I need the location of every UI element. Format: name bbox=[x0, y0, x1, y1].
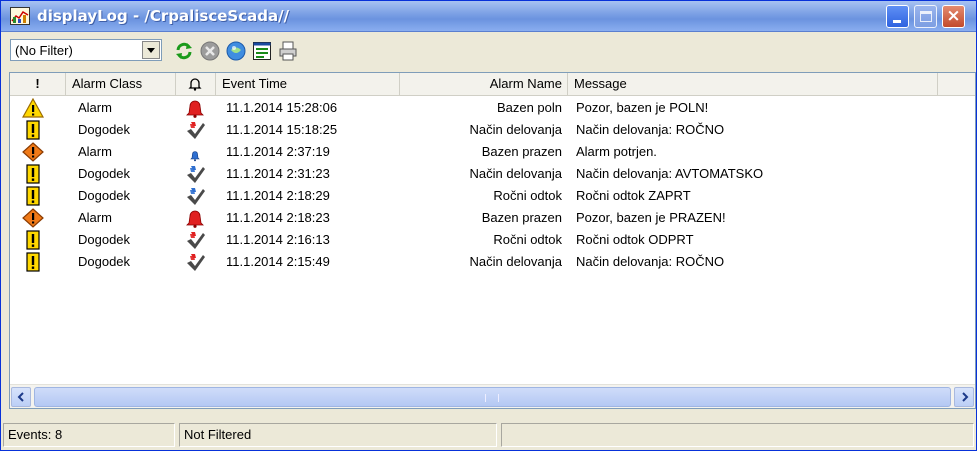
cell-alarm-name: Način delovanja bbox=[469, 166, 562, 181]
cell-event-time: 11.1.2014 2:31:23 bbox=[226, 166, 330, 181]
table-row[interactable]: Dogodek 11.1.2014 15:18:25 Način delovan… bbox=[10, 119, 975, 141]
horizontal-scrollbar[interactable] bbox=[10, 384, 975, 408]
cell-alarm-class: Alarm bbox=[78, 144, 112, 159]
scroll-left-button[interactable] bbox=[11, 387, 31, 407]
minimize-icon bbox=[893, 20, 901, 23]
window-title: displayLog - /CrpalisceScada// bbox=[37, 7, 290, 25]
cell-alarm-class: Alarm bbox=[78, 210, 112, 225]
cell-message: Način delovanja: ROČNO bbox=[576, 122, 725, 137]
chevron-down-icon[interactable] bbox=[142, 41, 160, 59]
bell-blue-small-icon bbox=[184, 142, 206, 162]
maximize-icon bbox=[920, 11, 932, 22]
column-header-event-time[interactable]: Event Time bbox=[216, 73, 400, 95]
warning-diamond-icon bbox=[22, 208, 44, 228]
cell-alarm-class: Dogodek bbox=[78, 166, 131, 181]
cell-alarm-name: Način delovanja bbox=[469, 254, 562, 269]
cell-event-time: 11.1.2014 2:18:23 bbox=[226, 210, 330, 225]
event-exclamation-icon bbox=[22, 252, 44, 272]
print-icon[interactable] bbox=[277, 40, 299, 62]
filter-selected-value: (No Filter) bbox=[15, 43, 73, 58]
check-red-icon bbox=[184, 252, 206, 272]
table-row[interactable]: Dogodek 11.1.2014 2:31:23 Način delovanj… bbox=[10, 163, 975, 185]
event-list[interactable]: ! Alarm Class Event Time Alarm Name Mess… bbox=[9, 72, 976, 409]
display-log-window: displayLog - /CrpalisceScada// × (No Fil… bbox=[0, 0, 977, 451]
check-blue-icon bbox=[184, 164, 206, 184]
cell-message: Način delovanja: ROČNO bbox=[576, 254, 725, 269]
warning-diamond-icon bbox=[22, 142, 44, 162]
table-row[interactable]: Alarm 11.1.2014 2:18:23 Bazen prazen Poz… bbox=[10, 207, 975, 229]
filter-dropdown[interactable]: (No Filter) bbox=[10, 39, 162, 61]
cell-message: Ročni odtok ODPRT bbox=[576, 232, 694, 247]
cell-event-time: 11.1.2014 15:18:25 bbox=[226, 122, 338, 137]
status-extra-panel bbox=[501, 423, 974, 447]
table-row[interactable]: Dogodek 11.1.2014 2:16:13 Ročni odtok Ro… bbox=[10, 229, 975, 251]
event-exclamation-icon bbox=[22, 120, 44, 140]
close-button[interactable]: × bbox=[942, 5, 965, 28]
table-row[interactable]: Alarm 11.1.2014 15:28:06 Bazen poln Pozo… bbox=[10, 97, 975, 119]
chart-app-icon bbox=[10, 7, 30, 25]
column-header-alarm-name[interactable]: Alarm Name bbox=[400, 73, 568, 95]
cell-event-time: 11.1.2014 2:16:13 bbox=[226, 232, 330, 247]
check-red-icon bbox=[184, 230, 206, 250]
toolbar: (No Filter) bbox=[1, 33, 976, 69]
cell-alarm-name: Ročni odtok bbox=[493, 232, 562, 247]
table-row[interactable]: Alarm 11.1.2014 2:37:19 Bazen prazen Ala… bbox=[10, 141, 975, 163]
cell-alarm-class: Dogodek bbox=[78, 122, 131, 137]
event-rows: Alarm 11.1.2014 15:28:06 Bazen poln Pozo… bbox=[10, 97, 975, 273]
column-header-priority[interactable]: ! bbox=[10, 73, 66, 95]
cell-alarm-name: Bazen prazen bbox=[481, 144, 562, 159]
cell-event-time: 11.1.2014 2:15:49 bbox=[226, 254, 330, 269]
minimize-button[interactable] bbox=[886, 5, 909, 28]
acknowledge-icon[interactable] bbox=[225, 40, 247, 62]
column-header-state[interactable] bbox=[176, 73, 216, 95]
column-header-alarm-class[interactable]: Alarm Class bbox=[66, 73, 176, 95]
event-exclamation-icon bbox=[22, 230, 44, 250]
scrollbar-thumb[interactable] bbox=[34, 387, 951, 407]
cell-message: Pozor, bazen je POLN! bbox=[576, 100, 709, 115]
status-filter-state: Not Filtered bbox=[179, 423, 497, 447]
properties-icon[interactable] bbox=[251, 40, 273, 62]
cell-alarm-class: Dogodek bbox=[78, 188, 131, 203]
bell-red-icon bbox=[184, 98, 206, 118]
table-row[interactable]: Dogodek 11.1.2014 2:18:29 Ročni odtok Ro… bbox=[10, 185, 975, 207]
refresh-icon[interactable] bbox=[173, 40, 195, 62]
cell-alarm-class: Dogodek bbox=[78, 232, 131, 247]
chevron-left-icon bbox=[17, 392, 24, 402]
check-blue-icon bbox=[184, 186, 206, 206]
cell-alarm-class: Alarm bbox=[78, 100, 112, 115]
list-header: ! Alarm Class Event Time Alarm Name Mess… bbox=[10, 73, 975, 96]
cell-event-time: 11.1.2014 15:28:06 bbox=[226, 100, 338, 115]
bell-red-icon bbox=[184, 208, 206, 228]
cell-alarm-name: Bazen poln bbox=[496, 100, 562, 115]
warning-triangle-icon bbox=[21, 97, 45, 118]
event-exclamation-icon bbox=[22, 164, 44, 184]
bell-icon bbox=[188, 78, 202, 91]
event-exclamation-icon bbox=[22, 186, 44, 206]
cell-message: Ročni odtok ZAPRT bbox=[576, 188, 691, 203]
scroll-right-button[interactable] bbox=[954, 387, 974, 407]
cell-message: Način delovanja: AVTOMATSKO bbox=[576, 166, 764, 181]
chevron-right-icon bbox=[962, 392, 969, 402]
stop-icon[interactable] bbox=[199, 40, 221, 62]
status-events-count: Events: 8 bbox=[3, 423, 175, 447]
close-icon: × bbox=[946, 6, 961, 26]
cell-event-time: 11.1.2014 2:18:29 bbox=[226, 188, 330, 203]
cell-message: Alarm potrjen. bbox=[576, 144, 657, 159]
maximize-button[interactable] bbox=[914, 5, 937, 28]
cell-alarm-name: Bazen prazen bbox=[481, 210, 562, 225]
scrollbar-grip bbox=[485, 394, 499, 402]
cell-alarm-name: Način delovanja bbox=[469, 122, 562, 137]
cell-event-time: 11.1.2014 2:37:19 bbox=[226, 144, 330, 159]
cell-message: Pozor, bazen je PRAZEN! bbox=[576, 210, 726, 225]
title-bar[interactable]: displayLog - /CrpalisceScada// × bbox=[1, 1, 976, 32]
cell-alarm-class: Dogodek bbox=[78, 254, 131, 269]
table-row[interactable]: Dogodek 11.1.2014 2:15:49 Način delovanj… bbox=[10, 251, 975, 273]
cell-alarm-name: Ročni odtok bbox=[493, 188, 562, 203]
status-bar: Events: 8 Not Filtered bbox=[1, 421, 976, 450]
check-red-icon bbox=[184, 120, 206, 140]
column-header-message[interactable]: Message bbox=[568, 73, 938, 95]
